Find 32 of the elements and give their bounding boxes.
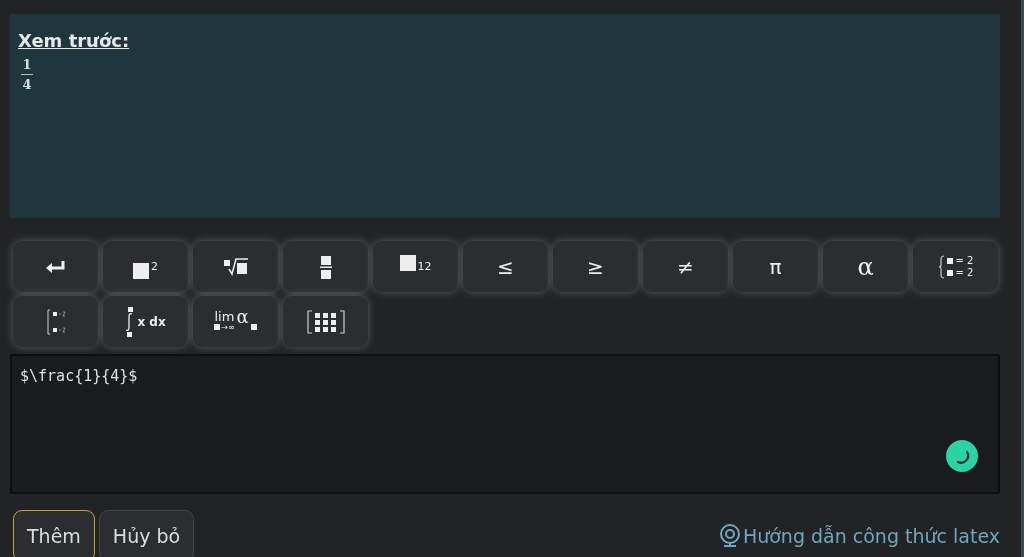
bracket-icon	[45, 307, 66, 336]
latex-code: $\frac{1}{4}$	[20, 367, 138, 385]
root-icon	[222, 257, 249, 276]
latex-input-field[interactable]: $\frac{1}{4}$	[10, 354, 1000, 494]
toolbar-button[interactable]: = 2 = 2	[913, 241, 998, 292]
help-link[interactable]: Hướng dẫn công thức latex	[718, 524, 1000, 548]
toolbar-button[interactable]: 2	[103, 241, 188, 292]
toolbar-button[interactable]: α	[823, 241, 908, 292]
toolbar-button[interactable]	[283, 241, 368, 292]
toolbar-button[interactable]: ≥	[553, 241, 638, 292]
placeholder-icon	[214, 324, 221, 330]
integral-icon	[125, 306, 136, 337]
toolbar-button[interactable]: ≠	[643, 241, 728, 292]
enter-icon	[44, 259, 67, 274]
placeholder-icon	[399, 254, 416, 271]
toolbar-button[interactable]: ≤	[463, 241, 548, 292]
fraction-icon	[319, 254, 332, 279]
matrix-icon	[306, 309, 345, 334]
placeholder-icon	[250, 323, 257, 330]
fraction-preview: 1 4	[21, 57, 33, 92]
preview-heading: Xem trước:	[18, 30, 130, 51]
action-button[interactable]: Hủy bỏ	[98, 510, 195, 557]
toolbar-button[interactable]: x dx	[103, 296, 188, 347]
toolbar-button[interactable]	[283, 296, 368, 347]
toolbar-button[interactable]: π	[733, 241, 818, 292]
toolbar-button[interactable]	[193, 241, 278, 292]
placeholder-icon	[133, 262, 149, 279]
toolbar-button[interactable]: 12	[373, 241, 458, 292]
brace-icon	[937, 254, 945, 279]
loading-icon	[946, 440, 978, 472]
lifebuoy-icon	[718, 524, 741, 548]
action-button[interactable]: Thêm	[13, 510, 95, 557]
